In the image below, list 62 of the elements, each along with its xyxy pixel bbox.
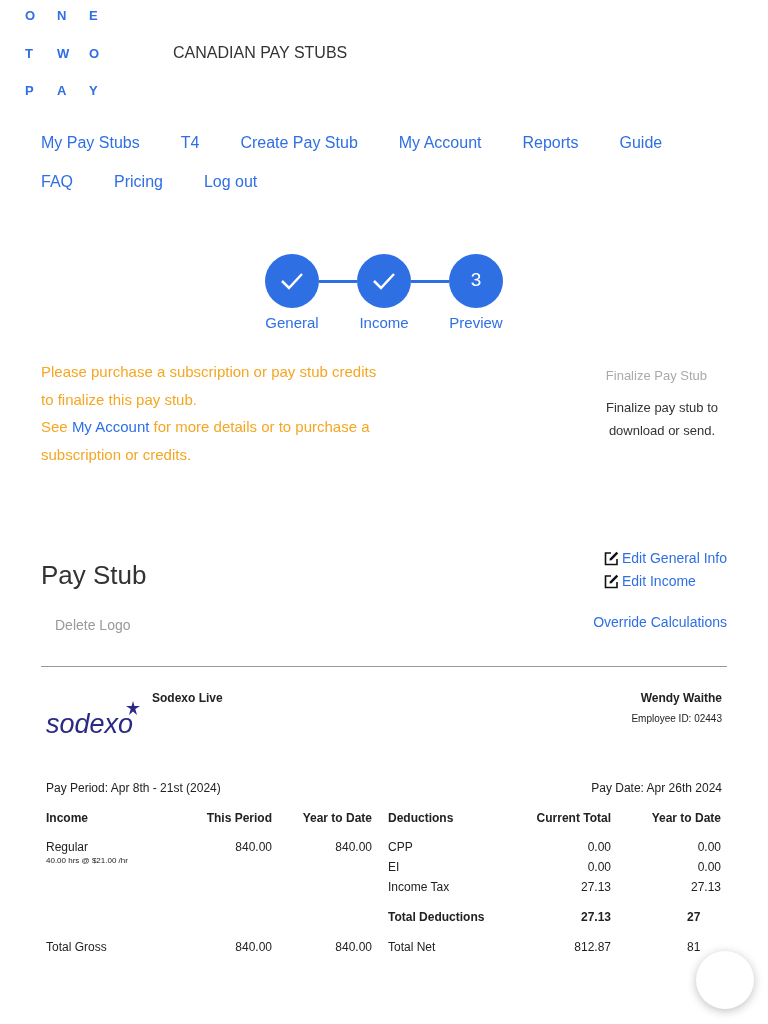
finalize-hint: Finalize pay stub to download or send. xyxy=(605,398,719,440)
step-label: Preview xyxy=(449,312,503,333)
step-label: General xyxy=(265,312,319,333)
nav-link[interactable]: Pricing xyxy=(114,169,163,194)
table-cell-text: Year to Date xyxy=(650,810,721,827)
edit-link[interactable]: Edit Income xyxy=(603,571,696,592)
step-label: Income xyxy=(359,312,409,333)
employee-id: Employee ID: 02443 xyxy=(631,712,722,726)
table-cell-text: 27.13 xyxy=(689,879,721,896)
table-cell-text: Total Deductions xyxy=(388,909,486,926)
table-cell-text: 812.87 xyxy=(573,939,611,956)
site-title: CANADIAN PAY STUBS xyxy=(173,43,348,64)
edit-icon xyxy=(603,574,619,589)
delete-logo-button[interactable]: Delete Logo xyxy=(41,615,147,636)
table-cell-text: Regular xyxy=(46,839,90,853)
check-icon xyxy=(280,271,304,290)
table-cell-text: Total Gross xyxy=(46,939,108,956)
table-cell-text: 840.00 xyxy=(234,839,272,853)
table-cell-text: 81 xyxy=(686,939,702,956)
nav-link[interactable]: FAQ xyxy=(41,169,73,194)
table-cell-text: 840.00 xyxy=(234,939,272,956)
company-name: Sodexo Live xyxy=(152,690,223,707)
pay-date: Pay Date: Apr 26th 2024 xyxy=(591,780,722,797)
my-account-link[interactable]: My Account xyxy=(71,418,150,435)
logo[interactable]: O N E T W O P A Y xyxy=(22,6,118,101)
table-cell-text: Total Net xyxy=(388,939,437,956)
nav-link[interactable]: Log out xyxy=(203,169,258,194)
table-cell-text: 27 xyxy=(686,909,702,926)
check-icon xyxy=(372,271,396,290)
table-cell-text: CPP xyxy=(388,839,414,856)
employee-name: Wendy Waithe xyxy=(640,690,722,707)
table-cell-text: 27.13 xyxy=(579,879,611,896)
pay-period: Pay Period: Apr 8th - 21st (2024) xyxy=(46,780,221,797)
override-calculations-link[interactable]: Override Calculations xyxy=(593,612,727,633)
table-cell-text: EI xyxy=(388,859,401,876)
table-cell-text: Income Tax xyxy=(388,879,451,896)
table-cell-text: 0.00 xyxy=(586,839,611,856)
table-cell-text: 0.00 xyxy=(696,839,721,856)
table-cell-text: 0.00 xyxy=(586,859,611,876)
edit-icon xyxy=(603,551,619,566)
table-cell-text: 27.13 xyxy=(579,909,611,926)
income-detail: 40.00 hrs @ $21.00 /hr xyxy=(46,855,129,867)
table-cell-text: 840.00 xyxy=(334,839,372,853)
company-logo-text: sodexo xyxy=(46,711,134,737)
nav-link[interactable]: Guide xyxy=(619,130,663,155)
star-icon xyxy=(126,701,140,715)
table-cell-text: Deductions xyxy=(388,810,455,827)
nav-link[interactable]: T4 xyxy=(180,130,200,155)
nav-link[interactable]: Create Pay Stub xyxy=(240,130,358,155)
nav-link[interactable]: My Account xyxy=(398,130,482,155)
nav-link[interactable]: Reports xyxy=(522,130,579,155)
table-cell-text: Income xyxy=(46,810,89,827)
page-heading: Pay Stub xyxy=(41,559,147,592)
table-cell-text: This Period xyxy=(205,810,272,827)
table-cell-text: 840.00 xyxy=(334,939,372,956)
table-cell-text: Current Total xyxy=(535,810,611,827)
table-cell-text: 0.00 xyxy=(696,859,721,876)
table-cell-text: Year to Date xyxy=(301,810,372,827)
notice-text: See My Account for more details or to purchase a subscription or credits. xyxy=(41,417,371,465)
edit-link[interactable]: Edit General Info xyxy=(603,548,727,569)
notice-text: Please purchase a subscription or pay stub credits to finalize this pay stub. xyxy=(41,362,378,410)
nav-link[interactable]: My Pay Stubs xyxy=(41,130,140,155)
